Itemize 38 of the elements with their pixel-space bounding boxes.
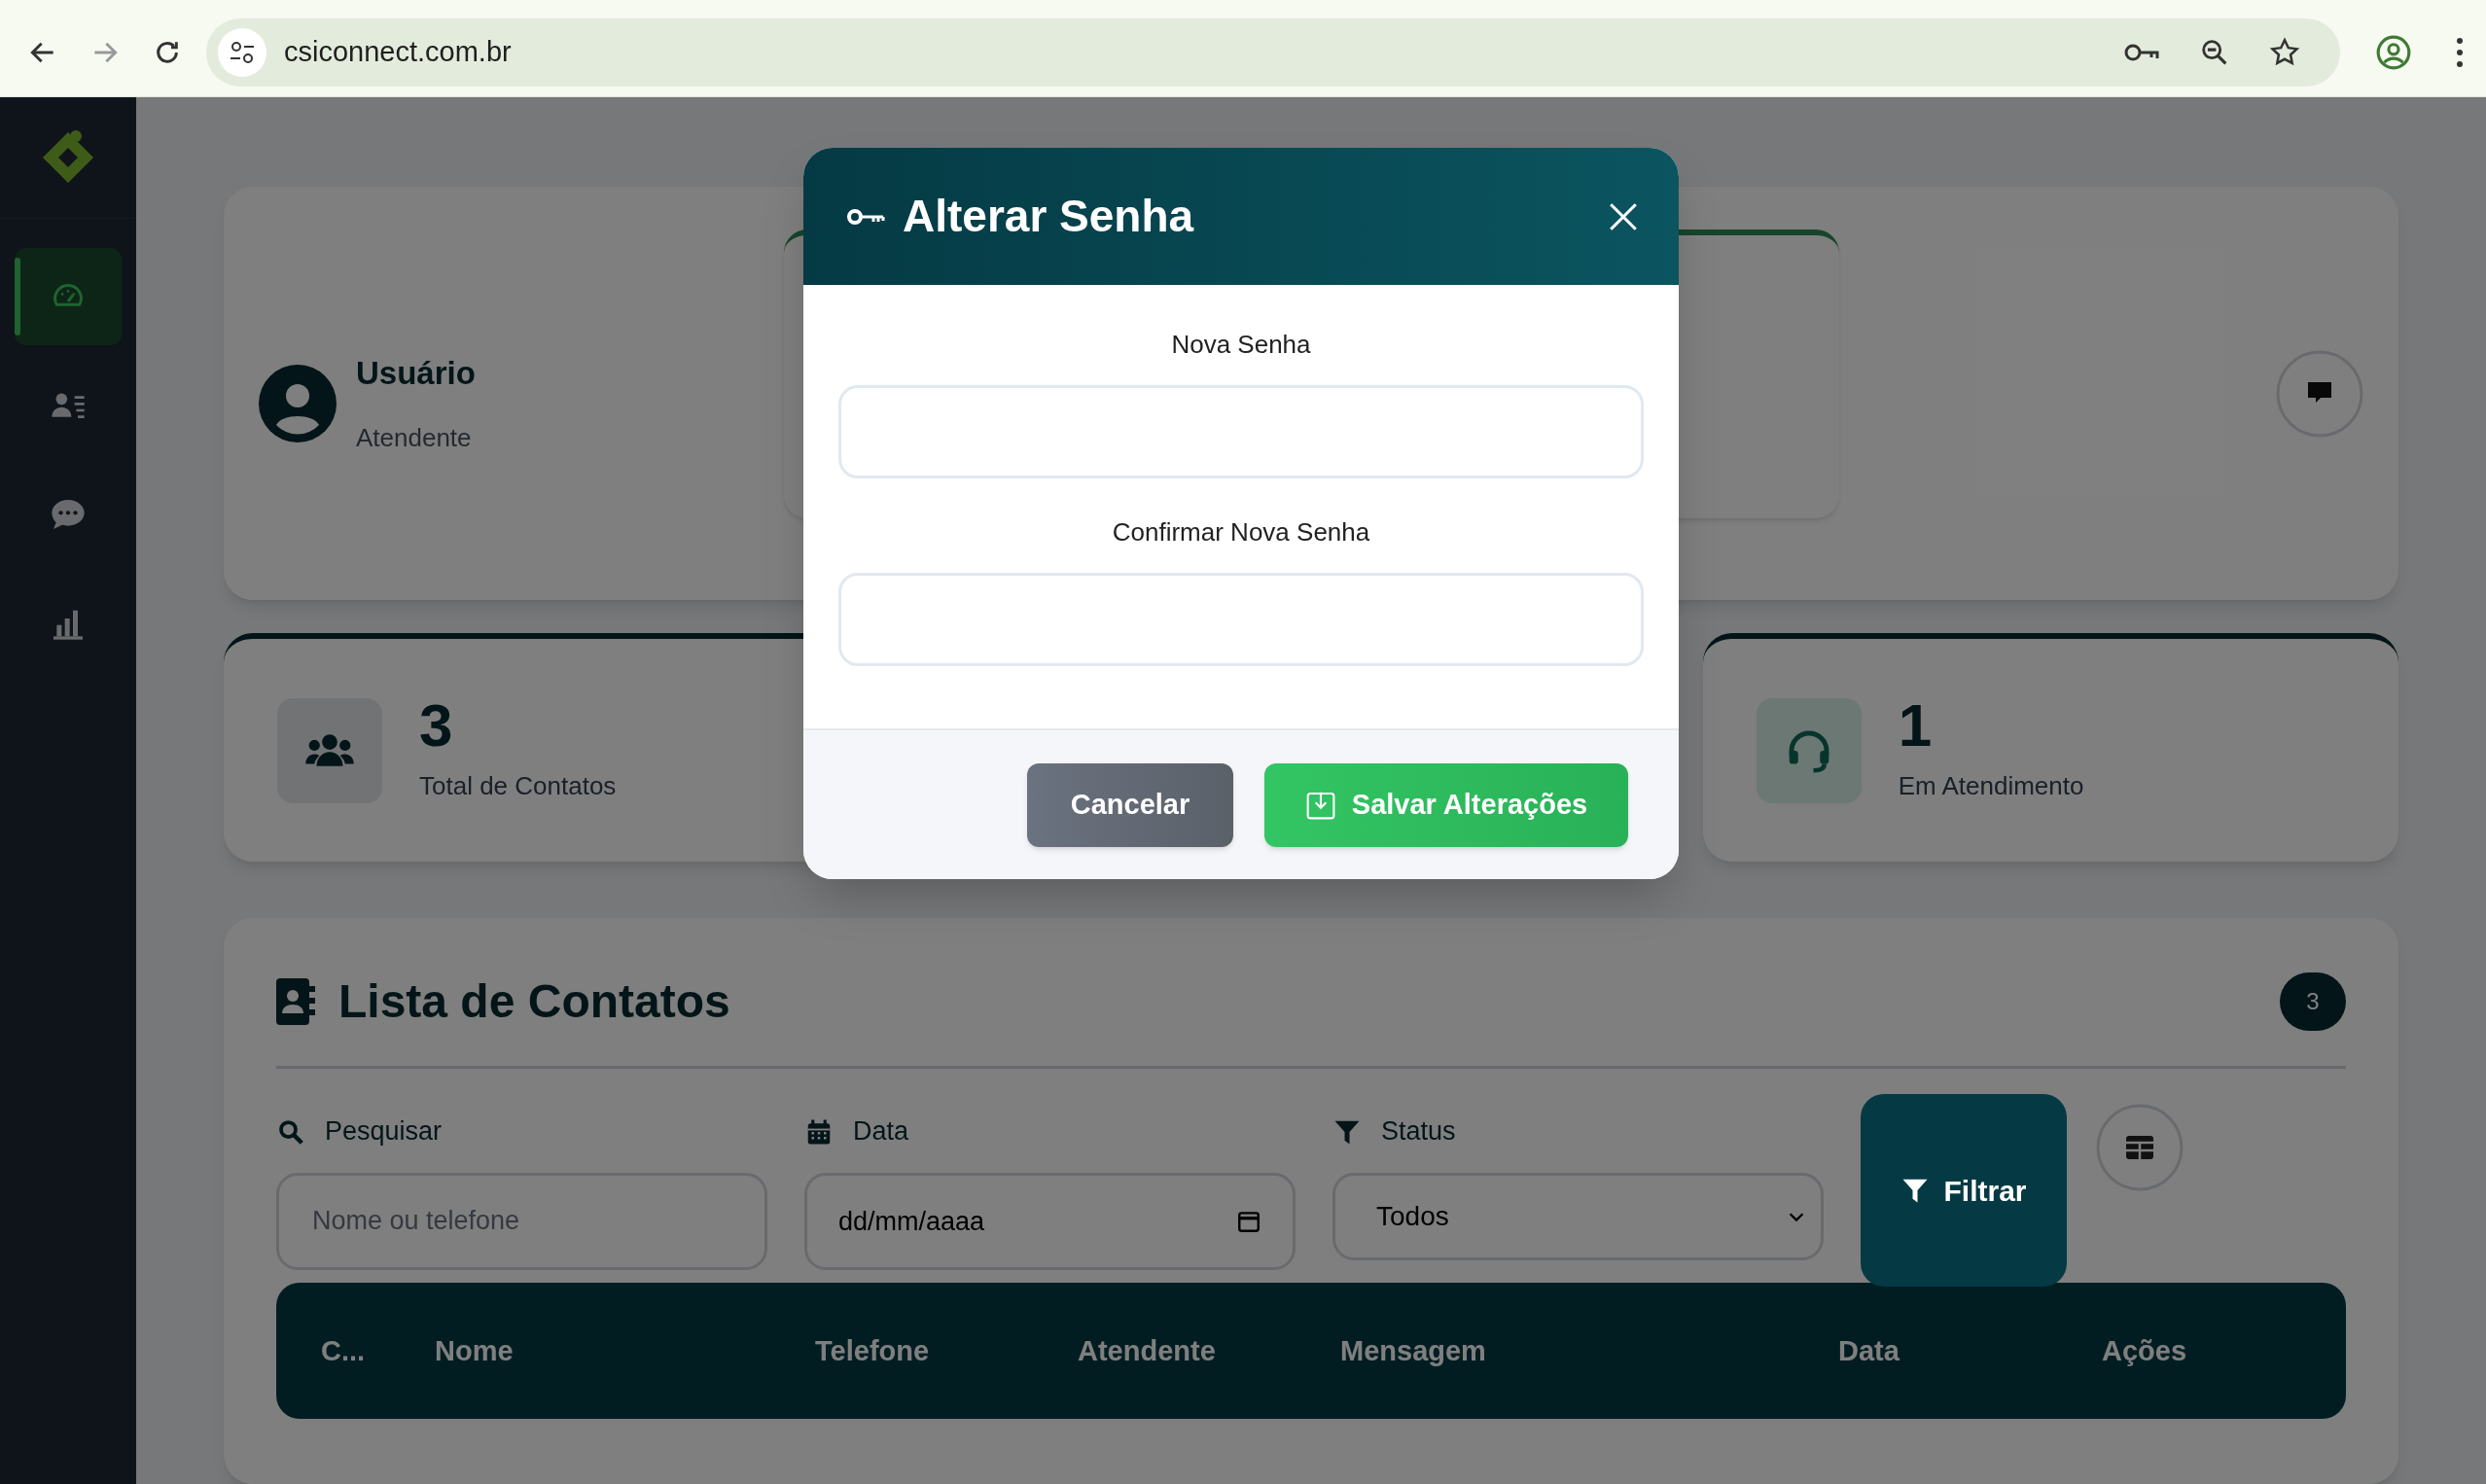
- filter-label: Data: [853, 1115, 909, 1148]
- column-header: Mensagem: [1340, 1334, 1486, 1366]
- column-header: Ações: [2102, 1334, 2187, 1366]
- column-header: C...: [321, 1334, 366, 1366]
- avatar-icon: [259, 364, 337, 442]
- stat-value: 3: [419, 695, 454, 757]
- stat-label: Em Atendimento: [1898, 770, 2084, 803]
- profile-icon[interactable]: [2375, 33, 2412, 71]
- site-settings-icon[interactable]: [218, 27, 266, 77]
- more-options-icon[interactable]: [2455, 35, 2465, 69]
- stat-value: 1: [1898, 695, 1934, 757]
- filter-button[interactable]: Filtrar: [1861, 1094, 2067, 1288]
- status-dropdown[interactable]: Todos: [1332, 1172, 1824, 1260]
- table-view-button[interactable]: [2096, 1104, 2184, 1192]
- column-header: Atendente: [1078, 1334, 1216, 1366]
- column-header: Nome: [435, 1334, 514, 1366]
- filter-label: Pesquisar: [325, 1115, 443, 1148]
- search-field[interactable]: Nome ou telefone: [276, 1172, 767, 1270]
- user-role: Atendente: [356, 421, 473, 454]
- count-badge: 3: [2280, 972, 2346, 1032]
- password-field[interactable]: [838, 573, 1644, 666]
- cancel-button[interactable]: Cancelar: [1027, 762, 1233, 847]
- field-label: Nova Senha: [1170, 329, 1312, 361]
- dialog-title: Alterar Senha: [903, 190, 1195, 243]
- chat-button[interactable]: [2276, 349, 2363, 438]
- address-bar[interactable]: csiconnect.com.br: [206, 18, 2340, 87]
- key-icon: [846, 206, 885, 227]
- url-text: csiconnect.com.br: [284, 34, 513, 69]
- address-book-icon: [276, 978, 315, 1026]
- column-header: Data: [1838, 1334, 1900, 1366]
- field-label: Confirmar Nova Senha: [1111, 516, 1371, 548]
- filter-label: Status: [1381, 1115, 1456, 1148]
- section-title: Lista de Contatos: [338, 974, 731, 1030]
- column-header: Telefone: [815, 1334, 930, 1366]
- password-field[interactable]: [838, 385, 1644, 478]
- user-name: Usuário: [356, 354, 476, 394]
- date-field[interactable]: dd/mm/aaaa: [804, 1172, 1296, 1270]
- stat-label: Total de Contatos: [419, 770, 617, 803]
